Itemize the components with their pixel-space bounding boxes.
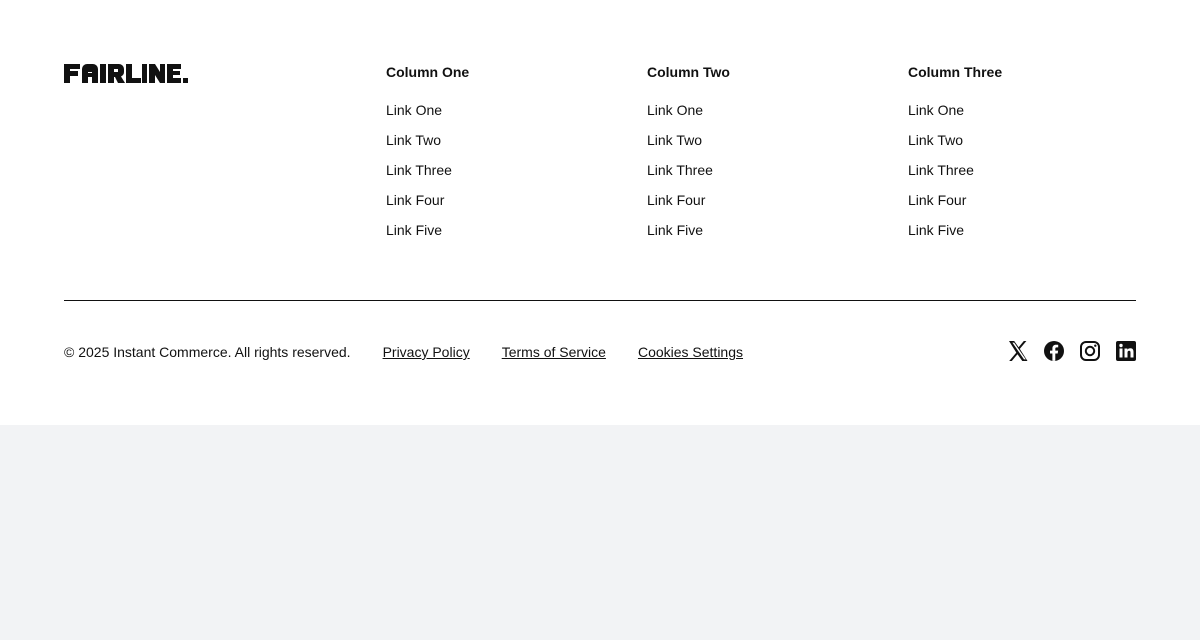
facebook-icon[interactable] [1042,339,1066,363]
footer-link[interactable]: Link Three [386,160,586,190]
cookies-settings-link[interactable]: Cookies Settings [638,344,743,360]
column-links: Link One Link Two Link Three Link Four L… [908,100,1108,250]
footer-link[interactable]: Link One [386,100,586,130]
footer-link[interactable]: Link Four [647,190,847,220]
footer-bottom-bar: © 2025 Instant Commerce. All rights rese… [64,341,775,363]
footer-link[interactable]: Link Three [647,160,847,190]
column-title: Column Three [908,64,1003,80]
footer-link[interactable]: Link Five [908,220,1108,250]
x-icon[interactable] [1006,339,1030,363]
instagram-icon[interactable] [1078,339,1102,363]
footer-column-one: Column One Link One Link Two Link Three … [386,63,586,250]
site-footer: Column One Link One Link Two Link Three … [0,0,1200,425]
footer-link[interactable]: Link Four [908,190,1108,220]
brand-logo[interactable] [64,60,188,88]
footer-divider [64,300,1136,301]
footer-link[interactable]: Link Two [386,130,586,160]
footer-link[interactable]: Link Two [908,130,1108,160]
footer-link[interactable]: Link One [647,100,847,130]
fairline-logo-icon [64,64,188,83]
column-title: Column Two [647,64,730,80]
footer-link[interactable]: Link Three [908,160,1108,190]
copyright-text: © 2025 Instant Commerce. All rights rese… [64,344,351,360]
footer-link[interactable]: Link Four [386,190,586,220]
footer-link[interactable]: Link Five [647,220,847,250]
footer-link[interactable]: Link Five [386,220,586,250]
column-links: Link One Link Two Link Three Link Four L… [647,100,847,250]
privacy-policy-link[interactable]: Privacy Policy [383,344,470,360]
footer-column-three: Column Three Link One Link Two Link Thre… [908,63,1108,250]
social-links [1006,339,1138,363]
linkedin-icon[interactable] [1114,339,1138,363]
footer-link[interactable]: Link Two [647,130,847,160]
column-title: Column One [386,64,470,80]
column-links: Link One Link Two Link Three Link Four L… [386,100,586,250]
terms-of-service-link[interactable]: Terms of Service [502,344,606,360]
footer-link[interactable]: Link One [908,100,1108,130]
footer-column-two: Column Two Link One Link Two Link Three … [647,63,847,250]
